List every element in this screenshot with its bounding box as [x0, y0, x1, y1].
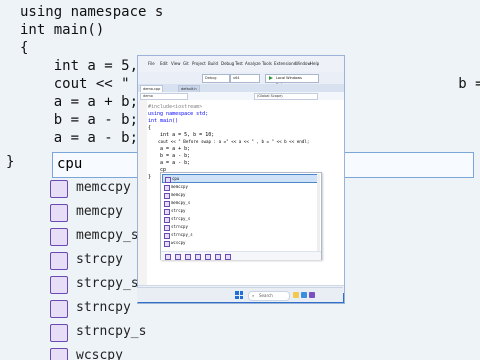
tab-strip: demo.cpp default.h	[138, 84, 344, 92]
menu-tools[interactable]: Tools	[262, 61, 272, 66]
zoomed-code-line: int main()	[20, 22, 105, 38]
line-gutter	[138, 100, 147, 285]
taskbar-search[interactable]: ⌕ Search	[248, 291, 290, 301]
code-line: b = a - b;	[148, 153, 191, 159]
autocomplete-filter-bar	[161, 251, 321, 260]
visual-studio-window: File Edit View Git Project Build Debug T…	[137, 55, 345, 304]
autocomplete-item[interactable]: memcpy_s	[162, 199, 318, 207]
menu-view[interactable]: View	[171, 61, 181, 66]
browser-icon[interactable]	[301, 292, 307, 298]
filter-icon[interactable]	[225, 254, 231, 260]
zoomed-typed-text: cpu	[57, 156, 83, 172]
function-icon	[50, 204, 68, 222]
menu-file[interactable]: File	[148, 61, 155, 66]
menu-project[interactable]: Project	[192, 61, 206, 66]
scope-dropdown[interactable]: demo	[140, 93, 188, 100]
visual-studio-icon[interactable]	[309, 292, 315, 298]
code-line: int a = 5, b = 10;	[148, 132, 215, 138]
autocomplete-item[interactable]: strcpy	[162, 207, 318, 215]
menu-debug[interactable]: Debug	[221, 61, 234, 66]
tab-demo[interactable]: demo.cpp	[140, 85, 164, 92]
menu-bar: File Edit View Git Project Build Debug T…	[138, 56, 344, 72]
code-line: int main()	[148, 118, 179, 124]
code-line: using namespace std;	[148, 111, 209, 117]
code-line: {	[148, 125, 152, 131]
filter-icon[interactable]	[215, 254, 221, 260]
function-icon	[164, 241, 170, 247]
filter-icon[interactable]	[185, 254, 191, 260]
config-dropdown[interactable]: Debug	[202, 74, 230, 83]
function-icon	[50, 324, 68, 342]
function-icon	[50, 252, 68, 270]
filter-icon[interactable]	[165, 254, 171, 260]
zoomed-code-line: a = a + b;	[20, 94, 139, 110]
code-line: a = a - b;	[148, 160, 191, 166]
platform-dropdown[interactable]: x64	[230, 74, 260, 83]
zoomed-code-line: b = a - b;	[20, 112, 139, 128]
global-scope-dropdown[interactable]: (Global Scope)	[254, 93, 318, 100]
tab-default[interactable]: default.h	[178, 85, 200, 92]
function-icon	[50, 300, 68, 318]
file-explorer-icon[interactable]	[293, 292, 299, 298]
code-line: a = a + b;	[148, 146, 191, 152]
autocomplete-item[interactable]: strncpy	[162, 223, 318, 231]
autocomplete-item[interactable]: strncpy_s	[162, 231, 318, 239]
filter-icon[interactable]	[195, 254, 201, 260]
zoomed-closing-brace: }	[6, 154, 15, 170]
screen: using namespace s int main() { int a = 5…	[0, 0, 480, 360]
code-line: #include<iostream>	[148, 104, 203, 110]
menu-build[interactable]: Build	[208, 61, 218, 66]
autocomplete-item[interactable]: memcpy	[162, 191, 318, 199]
menu-git[interactable]: Git	[183, 61, 189, 66]
code-line: cout << " Before swap : a =" << a << " ,…	[148, 139, 310, 144]
zoomed-code-line: int a = 5, b	[20, 58, 155, 74]
autocomplete-item[interactable]: wcscpy	[162, 239, 318, 247]
windows-start-icon[interactable]	[235, 291, 243, 299]
run-button[interactable]: Local Windows Debugger	[265, 74, 319, 87]
search-icon: ⌕	[252, 293, 255, 298]
zoomed-suggestion[interactable]: wcscpy	[46, 344, 346, 360]
autocomplete-item[interactable]: strcpy_s	[162, 215, 318, 223]
menu-extensions[interactable]: Extensions	[274, 61, 296, 66]
zoomed-code-line: {	[20, 40, 29, 56]
autocomplete-popup: cpu memccpy memcpy memcpy_s strcpy strcp…	[160, 172, 322, 260]
menu-test[interactable]: Test	[235, 61, 243, 66]
function-icon	[50, 180, 68, 198]
menu-window[interactable]: Window	[295, 61, 311, 66]
filter-icon[interactable]	[205, 254, 211, 260]
zoomed-code-line: a = a - b;	[20, 130, 139, 146]
function-icon	[50, 228, 68, 246]
autocomplete-item[interactable]: memccpy	[162, 183, 318, 191]
filter-icon[interactable]	[175, 254, 181, 260]
play-icon	[269, 76, 273, 80]
autocomplete-scrollbar[interactable]	[317, 174, 320, 256]
function-icon	[50, 276, 68, 294]
zoomed-suggestion[interactable]: strncpy_s	[46, 320, 346, 344]
right-region	[343, 0, 480, 360]
menu-edit[interactable]: Edit	[160, 61, 168, 66]
menu-help[interactable]: Help	[310, 61, 319, 66]
autocomplete-item[interactable]: cpu	[162, 174, 320, 183]
zoomed-code-line: using namespace s	[20, 4, 164, 20]
menu-analyze[interactable]: Analyze	[245, 61, 261, 66]
code-line: }	[148, 174, 152, 180]
taskbar: ⌕ Search	[137, 287, 343, 302]
function-icon	[50, 348, 68, 360]
